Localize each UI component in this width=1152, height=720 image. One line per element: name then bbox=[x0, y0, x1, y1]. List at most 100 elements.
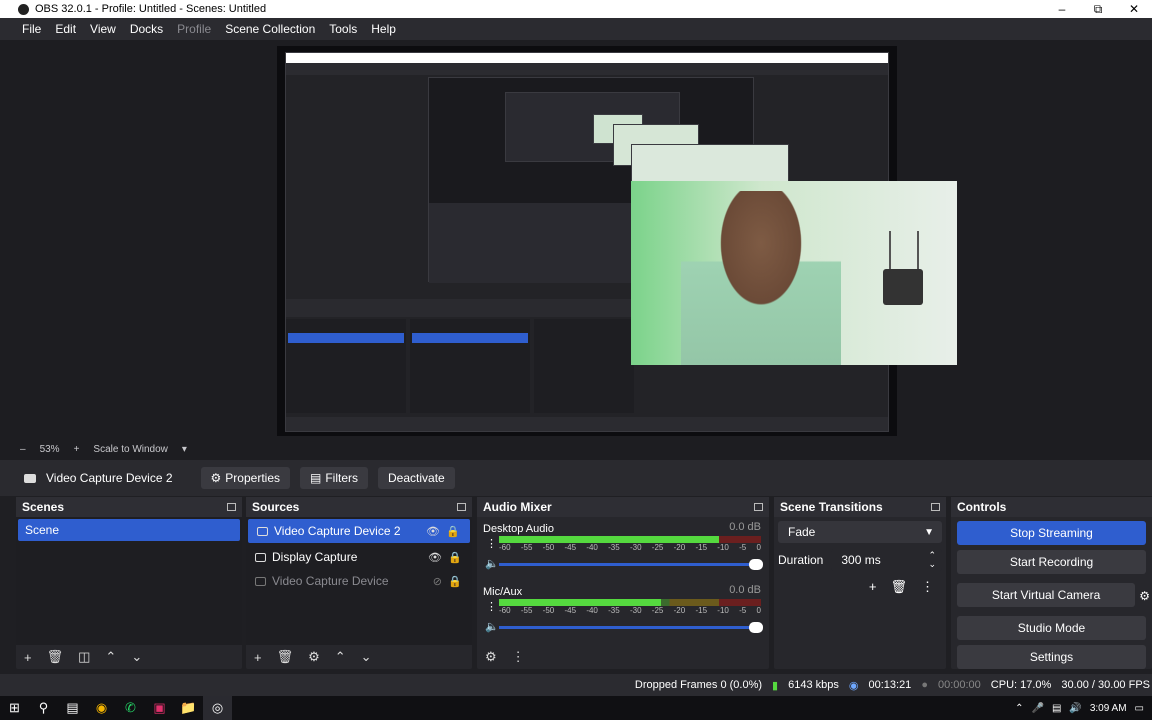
channel-menu-icon[interactable]: ⋮ bbox=[486, 537, 497, 550]
controls-header: Controls bbox=[951, 497, 1152, 517]
chevron-up-icon[interactable]: ⌃ bbox=[1015, 703, 1023, 714]
scenes-dock: Scenes Scene + 🗑 ◫ ⌃ ⌄ bbox=[16, 497, 242, 669]
folder-icon[interactable]: 📁 bbox=[174, 696, 203, 720]
eye-icon[interactable]: 👁 bbox=[426, 525, 440, 538]
transitions-header: Scene Transitions bbox=[774, 497, 946, 517]
menu-scene-collection[interactable]: Scene Collection bbox=[225, 22, 315, 36]
source-item[interactable]: Video Capture Device ⊘ 🔒 bbox=[246, 569, 472, 593]
speaker-icon[interactable]: 🔈 bbox=[485, 557, 499, 570]
scene-item[interactable]: Scene bbox=[18, 519, 240, 541]
mixer-menu-icon[interactable]: ⋮ bbox=[512, 649, 525, 665]
stop-streaming-button[interactable]: Stop Streaming bbox=[957, 521, 1146, 545]
notification-icon[interactable]: ▭ bbox=[1135, 703, 1144, 714]
minimize-button[interactable]: – bbox=[1044, 0, 1080, 18]
advanced-audio-icon[interactable]: ⚙ bbox=[485, 649, 497, 665]
move-down-icon[interactable]: ⌄ bbox=[361, 649, 372, 665]
undock-icon[interactable] bbox=[227, 503, 236, 511]
start-recording-button[interactable]: Start Recording bbox=[957, 550, 1146, 574]
mixer-header: Audio Mixer bbox=[477, 497, 769, 517]
gear-icon[interactable]: ⚙ bbox=[1139, 589, 1150, 603]
source-item[interactable]: Video Capture Device 2 👁 🔒 bbox=[248, 519, 470, 543]
scale-tick: -10 bbox=[717, 543, 729, 552]
network-icon[interactable]: ▤ bbox=[1052, 703, 1061, 714]
maximize-button[interactable]: ⧉ bbox=[1080, 0, 1116, 18]
scale-dropdown-icon[interactable]: ▾ bbox=[182, 444, 187, 455]
search-icon[interactable]: ⚲ bbox=[29, 696, 58, 720]
properties-button[interactable]: ⚙ Properties bbox=[200, 467, 290, 489]
add-source-icon[interactable]: + bbox=[254, 650, 262, 665]
undock-icon[interactable] bbox=[754, 503, 763, 511]
deactivate-button[interactable]: Deactivate bbox=[378, 467, 455, 489]
mixer-channels: Desktop Audio 0.0 dB ⋮ -60 -55 -50 -45 -40 -3… bbox=[477, 517, 769, 645]
obs-icon[interactable]: ◎ bbox=[203, 696, 232, 720]
lock-icon[interactable]: 🔒 bbox=[448, 575, 462, 588]
volume-slider[interactable] bbox=[499, 559, 763, 570]
speaker-icon[interactable]: 🔈 bbox=[485, 620, 499, 633]
trash-icon[interactable]: 🗑 bbox=[890, 579, 907, 595]
settings-button[interactable]: Settings bbox=[957, 645, 1146, 669]
scale-tick: -20 bbox=[673, 606, 686, 615]
preview-zoom-bar: – 53% + Scale to Window ▾ bbox=[0, 438, 1152, 460]
task-view-icon[interactable]: ▤ bbox=[58, 696, 87, 720]
camera-icon bbox=[255, 576, 266, 586]
volume-slider[interactable] bbox=[499, 622, 763, 633]
filters-button[interactable]: ▤ Filters bbox=[300, 467, 369, 489]
menu-profile[interactable]: Profile bbox=[177, 22, 211, 36]
eye-icon[interactable]: 👁 bbox=[428, 551, 442, 564]
scale-tick: -30 bbox=[629, 606, 642, 615]
zoom-out-button[interactable]: – bbox=[20, 444, 26, 455]
start-virtual-camera-button[interactable]: Start Virtual Camera bbox=[957, 583, 1136, 607]
undock-icon[interactable] bbox=[931, 503, 940, 511]
channel-menu-icon[interactable]: ⋮ bbox=[486, 600, 497, 613]
nested-scenes bbox=[286, 319, 406, 413]
filter-icon[interactable]: ◫ bbox=[78, 649, 90, 665]
transition-menu-icon[interactable]: ⋮ bbox=[921, 579, 934, 595]
eye-hidden-icon[interactable]: ⊘ bbox=[433, 575, 442, 588]
gear-icon[interactable]: ⚙ bbox=[308, 649, 320, 665]
zoom-in-button[interactable]: + bbox=[74, 444, 80, 455]
microphone-icon[interactable]: 🎤 bbox=[1031, 703, 1043, 714]
volume-icon[interactable]: 🔊 bbox=[1069, 703, 1081, 714]
menu-file[interactable]: File bbox=[22, 22, 41, 36]
lock-icon[interactable]: 🔒 bbox=[446, 525, 460, 538]
close-button[interactable]: ✕ bbox=[1116, 0, 1152, 18]
window-controls: – ⧉ ✕ bbox=[1044, 0, 1152, 18]
menu-help[interactable]: Help bbox=[371, 22, 396, 36]
trash-icon[interactable]: 🗑 bbox=[47, 649, 64, 665]
scale-tick: -60 bbox=[499, 543, 511, 552]
menu-docks[interactable]: Docks bbox=[130, 22, 163, 36]
lock-icon[interactable]: 🔒 bbox=[448, 551, 462, 564]
volume-knob[interactable] bbox=[749, 622, 763, 633]
move-down-icon[interactable]: ⌄ bbox=[131, 649, 142, 665]
move-up-icon[interactable]: ⌃ bbox=[335, 649, 346, 665]
mixer-channel: Desktop Audio 0.0 dB ⋮ -60 -55 -50 -45 -40 -3… bbox=[477, 517, 769, 580]
gear-icon: ⚙ bbox=[210, 471, 222, 485]
undock-icon[interactable] bbox=[457, 503, 466, 511]
chrome-icon[interactable]: ◉ bbox=[87, 696, 116, 720]
trash-icon[interactable]: 🗑 bbox=[277, 649, 294, 665]
preview-area[interactable] bbox=[0, 40, 1152, 438]
spin-icon[interactable]: ⌃ ⌄ bbox=[928, 551, 936, 569]
record-icon: ● bbox=[921, 679, 928, 691]
studio-mode-button[interactable]: Studio Mode bbox=[957, 616, 1146, 640]
instagram-icon[interactable]: ▣ bbox=[145, 696, 174, 720]
volume-knob[interactable] bbox=[749, 559, 763, 570]
clock[interactable]: 3:09 AM bbox=[1090, 703, 1127, 714]
scenes-title: Scenes bbox=[22, 500, 65, 514]
duration-input[interactable]: 300 ms ⌃ ⌄ bbox=[831, 549, 942, 571]
menu-view[interactable]: View bbox=[90, 22, 116, 36]
scale-tick: -5 bbox=[739, 606, 747, 615]
nested-statusbar bbox=[286, 417, 888, 431]
move-up-icon[interactable]: ⌃ bbox=[105, 649, 116, 665]
menu-tools[interactable]: Tools bbox=[329, 22, 357, 36]
channel-db: 0.0 dB bbox=[729, 521, 761, 533]
source-item[interactable]: Display Capture 👁 🔒 bbox=[246, 545, 472, 569]
mixer-title: Audio Mixer bbox=[483, 500, 552, 514]
menu-edit[interactable]: Edit bbox=[55, 22, 76, 36]
windows-start-icon[interactable]: ⊞ bbox=[0, 696, 29, 720]
add-transition-icon[interactable]: + bbox=[869, 579, 877, 595]
whatsapp-icon[interactable]: ✆ bbox=[116, 696, 145, 720]
add-scene-icon[interactable]: + bbox=[24, 650, 32, 665]
transition-select[interactable]: Fade ▼ bbox=[778, 521, 942, 543]
properties-label: Properties bbox=[225, 471, 280, 485]
